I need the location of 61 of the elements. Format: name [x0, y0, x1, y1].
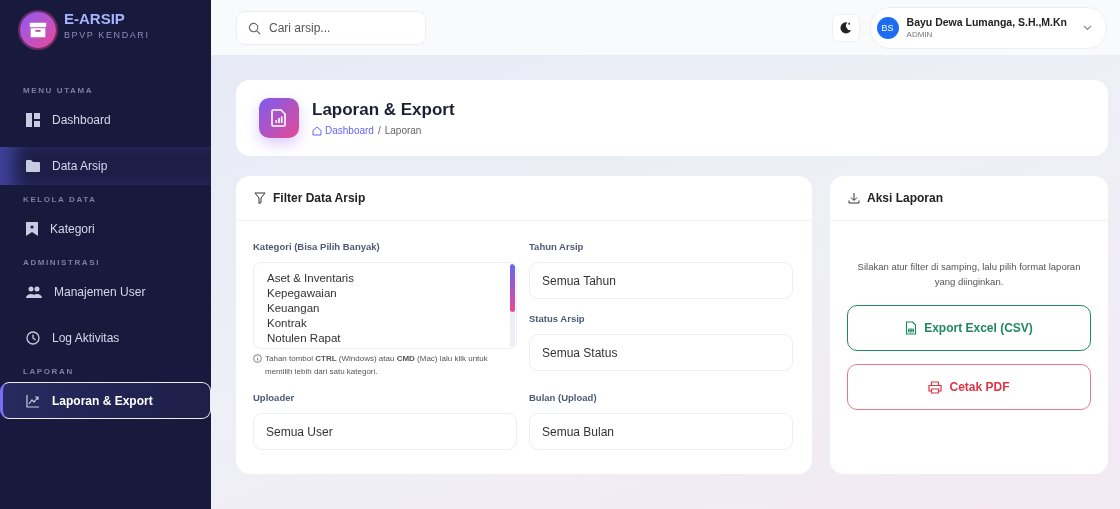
report-file-icon [259, 98, 299, 138]
spreadsheet-file-icon [905, 321, 918, 335]
search-field[interactable]: Cari arsip... [236, 10, 426, 45]
list-option[interactable]: Aset & Inventaris [267, 271, 510, 286]
printer-icon [928, 380, 943, 394]
dark-mode-button[interactable] [831, 13, 860, 42]
sidebar-item[interactable]: Dashboard [0, 101, 211, 139]
page-title: Laporan & Export [312, 100, 455, 120]
list-option[interactable]: Kontrak [267, 316, 510, 331]
info-icon [253, 354, 262, 363]
select-field[interactable]: Semua Status [529, 334, 793, 371]
users-icon [26, 286, 42, 298]
breadcrumb-link[interactable]: Dashboard [312, 125, 374, 136]
chart-icon [26, 393, 40, 408]
home-icon [312, 125, 322, 136]
folder-icon [26, 160, 40, 172]
field-label: Kategori (Bisa Pilih Banyak) [253, 241, 381, 252]
category-listbox[interactable]: Aset & Inventaris Kepegawaian Keuangan Kontrak Notulen Rapat [253, 262, 517, 349]
field-label: Bulan (Upload) [529, 392, 598, 403]
user-avatar: BS [876, 16, 899, 39]
breadcrumb-current: Laporan [384, 125, 422, 136]
field-label: Status Arsip [529, 313, 586, 324]
app-subtitle: BPVP KENDARI [64, 30, 150, 40]
archive-logo-icon [20, 12, 56, 48]
hint-text: Tahan tombol CTRL (Windows) atau CMD (Mac) lalu klik untuk memilih lebih dari satu kategori. [265, 353, 489, 378]
card-title: Aksi Laporan [867, 191, 944, 205]
chevron-down-icon [1083, 24, 1092, 31]
clock-icon [26, 331, 40, 345]
sidebar-item[interactable]: Log Aktivitas [0, 319, 211, 357]
export-excel-button[interactable]: Export Excel (CSV) [847, 305, 1091, 351]
sidebar-item[interactable]: Data Arsip [0, 147, 211, 185]
filter-icon [254, 192, 266, 204]
search-icon [248, 21, 261, 35]
section-heading: KELOLA DATA [22, 195, 98, 204]
user-menu[interactable]: BS Bayu Dewa Lumanga, S.H.,M.Kn ADMIN [869, 6, 1107, 49]
scrollbar[interactable] [510, 264, 515, 347]
select-field[interactable]: Semua User [253, 413, 517, 450]
bookmark-icon [26, 222, 38, 236]
app-title: E-ARSIP [64, 10, 126, 27]
user-role: ADMIN [906, 30, 934, 39]
breadcrumb-separator: / [377, 125, 381, 136]
print-pdf-button[interactable]: Cetak PDF [847, 364, 1091, 410]
select-field[interactable]: Semua Tahun [529, 262, 793, 299]
section-heading: LAPORAN [22, 367, 75, 376]
user-name: Bayu Dewa Lumanga, S.H.,M.Kn [906, 16, 1067, 28]
dashboard-icon [26, 113, 40, 127]
sidebar-item[interactable]: Laporan & Export [0, 382, 211, 419]
sidebar-item[interactable]: Kategori [0, 210, 211, 248]
sidebar-item[interactable]: Manajemen User [0, 273, 211, 311]
select-field[interactable]: Semua Bulan [529, 413, 793, 450]
card-title: Filter Data Arsip [273, 191, 366, 205]
section-heading: MENU UTAMA [22, 86, 95, 95]
instruction-text: Silakan atur filter di samping, lalu pilih format laporan yang diinginkan. [856, 260, 1082, 289]
list-option[interactable]: Kepegawaian [267, 286, 510, 301]
download-icon [848, 192, 860, 204]
moon-icon [839, 21, 853, 34]
section-heading: ADMINISTRASI [22, 258, 101, 267]
field-label: Tahun Arsip [529, 241, 585, 252]
list-option[interactable]: Keuangan [267, 301, 510, 316]
list-option[interactable]: Notulen Rapat [267, 331, 510, 346]
field-label: Uploader [253, 392, 296, 403]
